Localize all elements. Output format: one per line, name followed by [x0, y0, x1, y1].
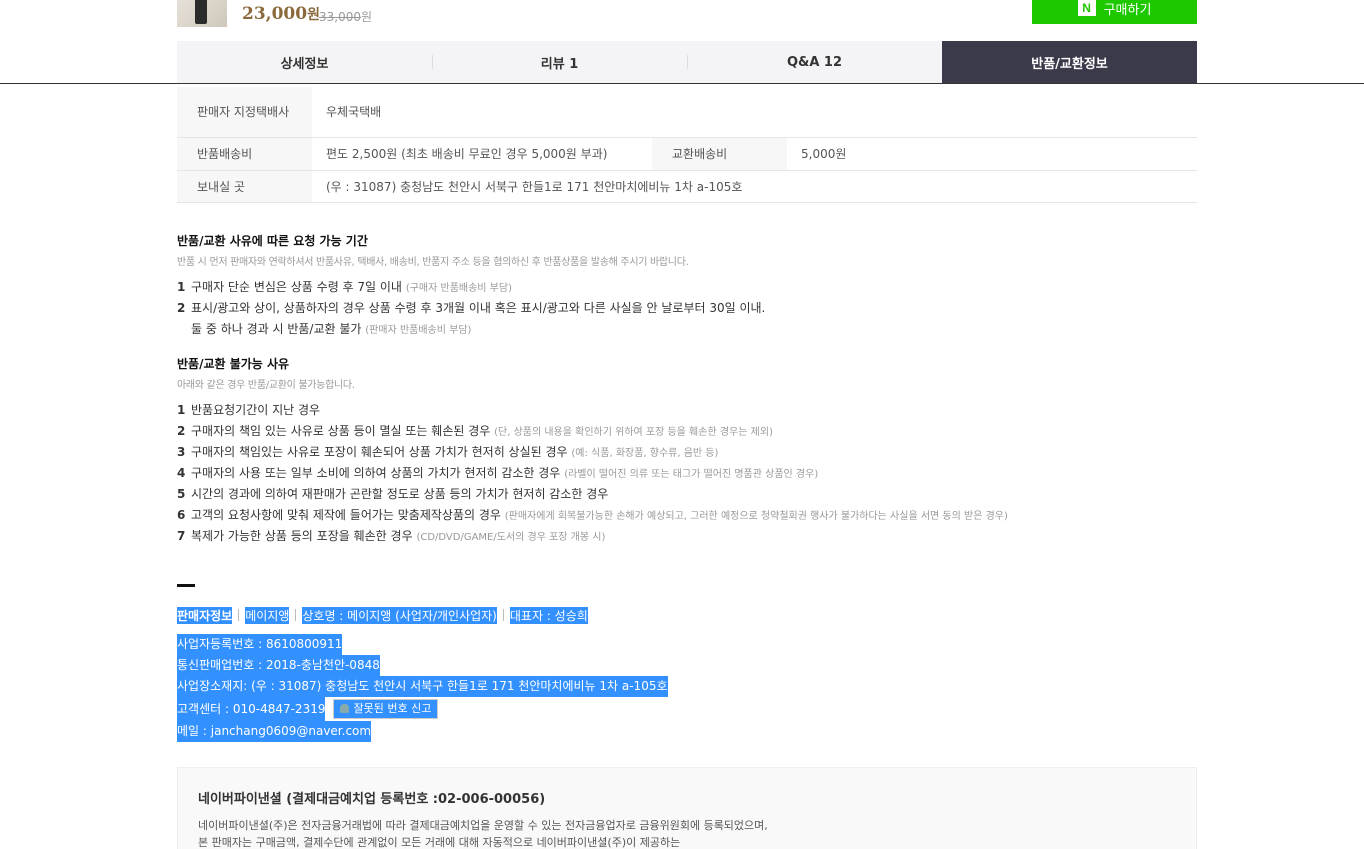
list-item: 5 시간의 경과에 의하여 재판매가 곤란할 정도로 상품 등의 가치가 현저히 …	[177, 487, 609, 501]
list-item: 2 구매자의 책임 있는 사유로 상품 등이 멸실 또는 훼손된 경우 (단, 상…	[177, 424, 773, 438]
sale-price: 23,000원	[242, 4, 320, 24]
seller-ceo: 대표자 : 성승희	[509, 606, 588, 624]
tab-reviews[interactable]: 리뷰 1	[432, 41, 687, 83]
seller-company-name: 상호명 : 메이지앵 (사업자/개인사업자)	[302, 606, 497, 624]
return-fee-label: 반품배송비	[177, 137, 312, 171]
seller-phone: 고객센터 : 010-4847-2319	[177, 697, 326, 721]
naverpay-title: 네이버파이낸셜 (결제대금예치업 등록번호 :02-006-00056)	[198, 792, 546, 807]
naverpay-line: 네이버파이낸셜(주)은 전자금융거래법에 따라 결제대금예치업을 운영할 수 있…	[198, 819, 768, 832]
seller-info-label: 판매자정보	[177, 606, 233, 624]
return-info-table: 판매자 지정택배사 우체국택배 반품배송비 편도 2,500원 (최초 배송비 …	[177, 87, 1197, 203]
exchange-fee-label: 교환배송비	[652, 137, 787, 171]
section-divider	[177, 584, 195, 587]
list-item: 4 구매자의 사용 또는 일부 소비에 의하여 상품의 가치가 현저히 감소한 경…	[177, 466, 819, 480]
buy-button-label: 구매하기	[1103, 1, 1152, 17]
request-period-section: 반품/교환 사유에 따른 요청 가능 기간 반품 시 먼저 판매자와 연락하셔서…	[177, 232, 1177, 340]
seller-biz-no: 사업자등록번호 : 8610800911	[177, 634, 343, 655]
naverpay-line: 본 판매자는 구매금액, 결제수단에 관계없이 모든 거래에 대해 자동적으로 …	[198, 836, 681, 849]
original-price: 33,000원	[319, 10, 373, 24]
seller-info: 판매자정보 메이지앵 상호명 : 메이지앵 (사업자/개인사업자) 대표자 : …	[177, 604, 668, 742]
list-item: 7 복제가 가능한 상품 등의 포장을 훼손한 경우 (CD/DVD/GAME/도…	[177, 529, 606, 543]
list-item: 3 구매자의 책임있는 사유로 포장이 훼손되어 상품 가치가 현저히 상실된 경…	[177, 445, 719, 459]
return-address-label: 보내실 곳	[177, 170, 312, 203]
naverpay-notice: 네이버파이낸셜 (결제대금예치업 등록번호 :02-006-00056) 네이버…	[177, 767, 1197, 849]
section-subtitle: 반품 시 먼저 판매자와 연락하셔서 반품사유, 택배사, 배송비, 반품지 주…	[177, 257, 689, 268]
section-title: 반품/교환 불가능 사유	[177, 357, 290, 371]
exchange-fee-value: 5,000원	[787, 137, 1197, 171]
courier-value: 우체국택배	[312, 87, 1197, 138]
product-thumbnail[interactable]	[177, 0, 227, 27]
product-summary-bar: 23,000원 33,000원 N 구매하기	[177, 0, 1197, 30]
list-item: 1 반품요청기간이 지난 경우	[177, 403, 321, 417]
buy-button[interactable]: N 구매하기	[1032, 0, 1197, 24]
tab-qna[interactable]: Q&A 12	[687, 41, 942, 83]
list-item-continuation: 둘 중 하나 경과 시 반품/교환 불가 (판매자 반품배송비 부담)	[191, 322, 472, 336]
list-item: 6 고객의 요청사항에 맞춰 제작에 들어가는 맞춤제작상품의 경우 (판매자에게…	[177, 508, 1008, 522]
list-item: 1 구매자 단순 변심은 상품 수령 후 7일 이내 (구매자 반품배송비 부담)	[177, 280, 512, 294]
seller-mail-order-no: 통신판매업번호 : 2018-충남천안-0848	[177, 655, 380, 676]
return-fee-value: 편도 2,500원 (최초 배송비 무료인 경우 5,000원 부과)	[312, 137, 652, 171]
product-tabs: 상세정보 리뷰 1 Q&A 12 반품/교환정보	[177, 41, 1197, 83]
courier-label: 판매자 지정택배사	[177, 87, 312, 138]
report-wrong-number-button[interactable]: 잘못된 번호 신고	[333, 698, 439, 719]
section-subtitle: 아래와 같은 경우 반품/교환이 불가능합니다.	[177, 380, 355, 391]
bell-icon	[340, 704, 350, 713]
section-title: 반품/교환 사유에 따른 요청 가능 기간	[177, 234, 368, 248]
request-period-list: 1 구매자 단순 변심은 상품 수령 후 7일 이내 (구매자 반품배송비 부담)…	[177, 277, 1177, 340]
tab-return-exchange[interactable]: 반품/교환정보	[942, 41, 1197, 83]
seller-email[interactable]: 메일 : janchang0609@naver.com	[177, 721, 372, 742]
not-allowed-list: 1 반품요청기간이 지난 경우 2 구매자의 책임 있는 사유로 상품 등이 멸실 …	[177, 400, 1177, 547]
list-item: 2 표시/광고와 상이, 상품하자의 경우 상품 수령 후 3개월 이내 혹은 표…	[177, 301, 766, 315]
not-allowed-section: 반품/교환 불가능 사유 아래와 같은 경우 반품/교환이 불가능합니다. 1반…	[177, 355, 1177, 547]
seller-shop-name: 메이지앵	[245, 606, 290, 624]
return-address-value: (우 : 31087) 충청남도 천안시 서북구 한들1로 171 천안마치에비…	[312, 170, 1197, 203]
tab-details[interactable]: 상세정보	[177, 41, 432, 83]
naver-n-icon: N	[1077, 0, 1096, 16]
seller-address: 사업장소재지: (우 : 31087) 충청남도 천안시 서북구 한들1로 17…	[177, 676, 668, 697]
divider	[0, 83, 1364, 84]
